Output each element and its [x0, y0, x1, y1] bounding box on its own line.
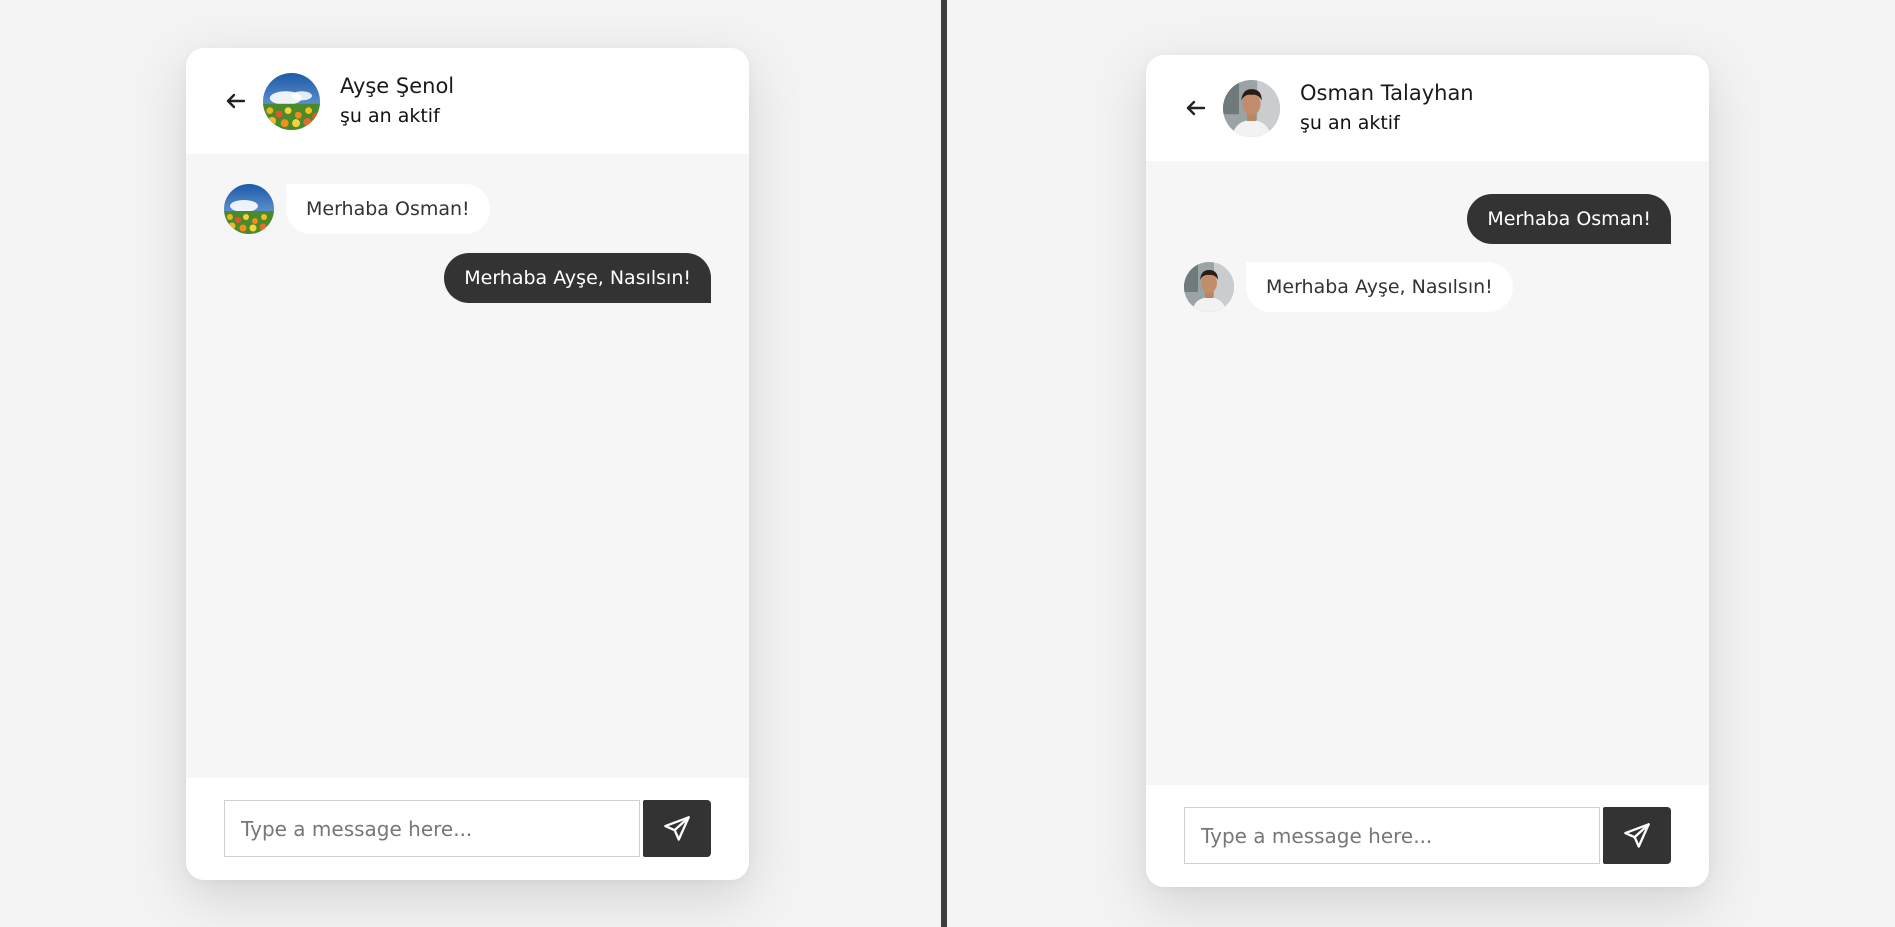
back-button[interactable]	[1179, 91, 1213, 125]
message-bubble-outgoing: Merhaba Ayşe, Nasılsın!	[444, 253, 711, 303]
left-window: Ayşe Şenol şu an aktif Merhaba Osman! Me…	[0, 0, 941, 927]
avatar	[1223, 79, 1280, 137]
message-list: Merhaba Osman! Merhaba Ayşe, Nasılsın!	[186, 154, 749, 778]
sender-avatar	[1184, 262, 1234, 312]
message-input[interactable]	[224, 800, 640, 857]
person-photo-avatar-image	[1184, 262, 1234, 312]
chat-header: Osman Talayhan şu an aktif	[1146, 55, 1709, 161]
chat-card: Ayşe Şenol şu an aktif Merhaba Osman! Me…	[186, 48, 749, 880]
message-input[interactable]	[1184, 807, 1600, 864]
chat-header: Ayşe Şenol şu an aktif	[186, 48, 749, 154]
contact-name: Ayşe Şenol	[340, 74, 455, 98]
contact-name: Osman Talayhan	[1300, 81, 1474, 105]
flower-field-avatar-image	[224, 184, 274, 234]
paper-plane-icon	[1624, 822, 1650, 848]
back-button[interactable]	[219, 84, 253, 118]
message-bubble-incoming: Merhaba Ayşe, Nasılsın!	[1246, 262, 1513, 312]
contact-status: şu an aktif	[340, 105, 440, 127]
message-row-outgoing: Merhaba Osman!	[1467, 194, 1671, 244]
sender-avatar	[224, 184, 274, 234]
arrow-left-icon	[226, 93, 246, 109]
contact-status: şu an aktif	[1300, 112, 1400, 134]
avatar	[263, 72, 320, 130]
flower-field-avatar-image	[263, 72, 320, 130]
message-row-incoming: Merhaba Ayşe, Nasılsın!	[1184, 262, 1513, 312]
message-row-outgoing: Merhaba Ayşe, Nasılsın!	[444, 253, 711, 303]
arrow-left-icon	[1186, 100, 1206, 116]
composer	[186, 778, 749, 880]
message-list: Merhaba Osman! Merhaba Ayşe, Nasılsın!	[1146, 161, 1709, 785]
chat-card: Osman Talayhan şu an aktif Merhaba Osman…	[1146, 55, 1709, 887]
message-bubble-incoming: Merhaba Osman!	[286, 184, 490, 234]
composer	[1146, 785, 1709, 887]
message-row-incoming: Merhaba Osman!	[224, 184, 490, 234]
send-button[interactable]	[1603, 807, 1671, 864]
right-window: Osman Talayhan şu an aktif Merhaba Osman…	[947, 0, 1895, 927]
person-photo-avatar-image	[1223, 79, 1280, 137]
paper-plane-icon	[664, 815, 690, 841]
message-bubble-outgoing: Merhaba Osman!	[1467, 194, 1671, 244]
send-button[interactable]	[643, 800, 711, 857]
